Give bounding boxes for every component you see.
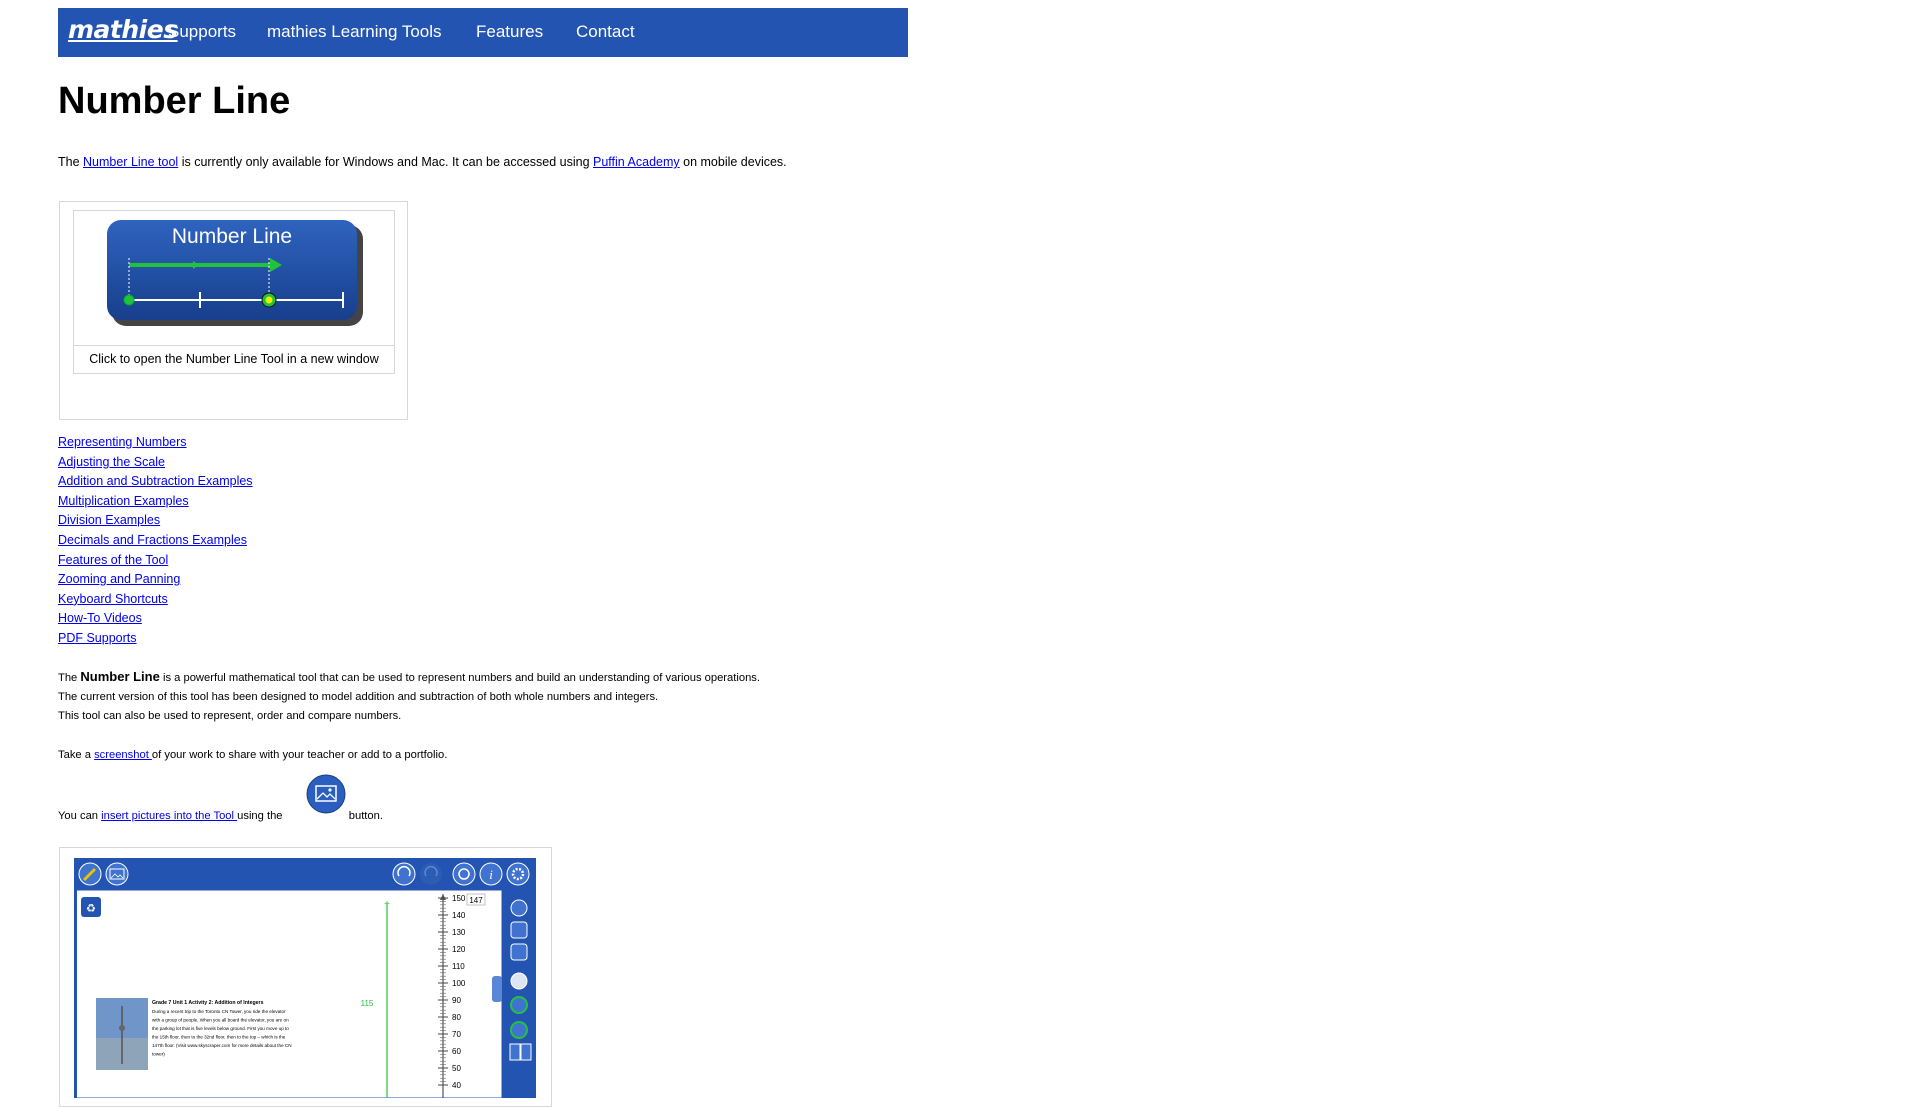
undo-icon <box>392 862 416 886</box>
tool-launch-figure[interactable]: Number Line Click to open the Number Lin… <box>73 210 395 374</box>
mathies-logo[interactable]: mathies <box>68 15 178 44</box>
description-bold: Number Line <box>80 669 160 684</box>
pencil-icon <box>78 862 102 886</box>
screenshot-paragraph: Take a screenshot of your work to share … <box>58 749 447 761</box>
recycle-icon: ♻ <box>81 897 101 917</box>
toc-link-how-to-videos[interactable]: How-To Videos <box>58 611 142 625</box>
tool-thumbnail-frame[interactable]: Number Line <box>74 211 394 346</box>
intro-text: The <box>58 155 84 169</box>
number-line-tile-image[interactable]: Number Line <box>107 220 363 326</box>
activity-text-line: the parking lot that is five levels belo… <box>152 1026 289 1031</box>
table-of-contents: Representing Numbers Adjusting the Scale… <box>58 433 253 649</box>
toc-link-representing-numbers[interactable]: Representing Numbers <box>58 435 187 449</box>
activity-text-line: tower) <box>152 1052 165 1057</box>
toc-link-multiplication[interactable]: Multiplication Examples <box>58 494 189 508</box>
toc-link-features[interactable]: Features of the Tool <box>58 553 168 567</box>
toc-link-keyboard-shortcuts[interactable]: Keyboard Shortcuts <box>58 592 168 606</box>
scale-label: 150 <box>452 894 466 903</box>
side-tool-panel <box>502 890 536 1098</box>
image-icon <box>105 862 129 886</box>
scale-label: 40 <box>452 1081 461 1090</box>
toc-link-addition-subtraction[interactable]: Addition and Subtraction Examples <box>58 474 253 488</box>
activity-title: Grade 7 Unit 1 Activity 2: Addition of I… <box>152 1000 264 1006</box>
nav-item-features[interactable]: Features <box>476 22 543 42</box>
scale-label: 50 <box>452 1064 461 1073</box>
puffin-academy-link[interactable]: Puffin Academy <box>593 155 680 169</box>
toc-item: How-To Videos <box>58 609 253 629</box>
activity-text-line: the 15th floor, then to the 32nd floor, … <box>152 1035 286 1040</box>
scale-label: 110 <box>452 962 465 971</box>
paragraph-text: of your work to share with your teacher … <box>151 749 448 761</box>
gear-icon <box>506 862 530 886</box>
intro-text: on mobile devices. <box>679 155 787 169</box>
tool-caption[interactable]: Click to open the Number Line Tool in a … <box>74 346 394 373</box>
scale-label: 70 <box>452 1030 461 1039</box>
paragraph-text: You can <box>58 810 102 822</box>
description-line-3: This tool can also be used to represent,… <box>58 710 402 722</box>
nav-item-supports[interactable]: Supports <box>168 22 236 42</box>
toc-item: Keyboard Shortcuts <box>58 590 253 610</box>
nav-item-contact[interactable]: Contact <box>576 22 635 42</box>
activity-text-line: with a group of people. When you all boa… <box>152 1018 289 1023</box>
number-line-tool-link[interactable]: Number Line tool <box>83 155 178 169</box>
scale-label: 90 <box>452 996 461 1005</box>
insert-image-button-icon <box>306 774 346 814</box>
scale-label: 120 <box>452 945 466 954</box>
tool-launch-card: Number Line Click to open the Number Lin… <box>59 201 408 420</box>
toc-link-zooming-panning[interactable]: Zooming and Panning <box>58 572 180 586</box>
redo-icon <box>420 863 442 885</box>
nav-item-learning-tools[interactable]: mathies Learning Tools <box>267 22 442 42</box>
activity-text-line: 147th floor. (Visit www.skyscraper.com f… <box>152 1043 292 1048</box>
activity-text-line: During a recent trip to the Toronto CN T… <box>152 1009 286 1014</box>
intro-paragraph: The Number Line tool is currently only a… <box>58 155 787 169</box>
toc-link-adjusting-scale[interactable]: Adjusting the Scale <box>58 455 165 469</box>
description-line-2: The current version of this tool has bee… <box>58 691 659 703</box>
value-tag: 147 <box>469 896 483 905</box>
toc-item: Representing Numbers <box>58 433 253 453</box>
tile-title: Number Line <box>172 225 292 248</box>
svg-text:+: + <box>384 899 390 910</box>
paragraph-text: button. <box>345 810 383 822</box>
scale-label: 60 <box>452 1047 461 1056</box>
scale-label: 100 <box>452 979 466 988</box>
toc-item: Zooming and Panning <box>58 570 253 590</box>
refresh-icon <box>452 862 476 886</box>
intro-text: is currently only available for Windows … <box>178 155 594 169</box>
toc-item: Features of the Tool <box>58 551 253 571</box>
scale-label: 140 <box>452 911 466 920</box>
toc-item: Addition and Subtraction Examples <box>58 472 253 492</box>
svg-text:♻: ♻ <box>86 902 96 915</box>
toc-item: Decimals and Fractions Examples <box>58 531 253 551</box>
description-text: The <box>58 672 81 684</box>
number-line-tool-screenshot: i ♻ + 115 150140130120110100908070605040… <box>74 858 536 1098</box>
paragraph-text: Take a <box>58 749 95 761</box>
svg-text:i: i <box>489 867 493 882</box>
page-title: Number Line <box>58 80 291 122</box>
marker-label: 115 <box>361 999 374 1008</box>
description-line-1: The Number Line is a powerful mathematic… <box>58 669 760 684</box>
scale-label: 130 <box>452 928 466 937</box>
tool-screenshot-card: i ♻ + 115 150 140 130 120 110 100 90 80 70 60 5 <box>59 847 552 1107</box>
toc-item: Multiplication Examples <box>58 492 253 512</box>
top-navigation-bar: mathies Supports mathies Learning Tools … <box>58 8 908 57</box>
scale-label: 80 <box>452 1013 461 1022</box>
toc-item: PDF Supports <box>58 629 253 649</box>
toc-link-division[interactable]: Division Examples <box>58 513 160 527</box>
toc-link-decimals-fractions[interactable]: Decimals and Fractions Examples <box>58 533 247 547</box>
toc-item: Division Examples <box>58 511 253 531</box>
toc-item: Adjusting the Scale <box>58 453 253 473</box>
screenshot-link[interactable]: screenshot <box>94 749 152 761</box>
info-icon: i <box>479 862 503 886</box>
paragraph-text: using the <box>237 810 286 822</box>
insert-pictures-link[interactable]: insert pictures into the Tool <box>101 810 237 822</box>
description-text: is a powerful mathematical tool that can… <box>159 672 760 684</box>
toc-link-pdf-supports[interactable]: PDF Supports <box>58 631 137 645</box>
